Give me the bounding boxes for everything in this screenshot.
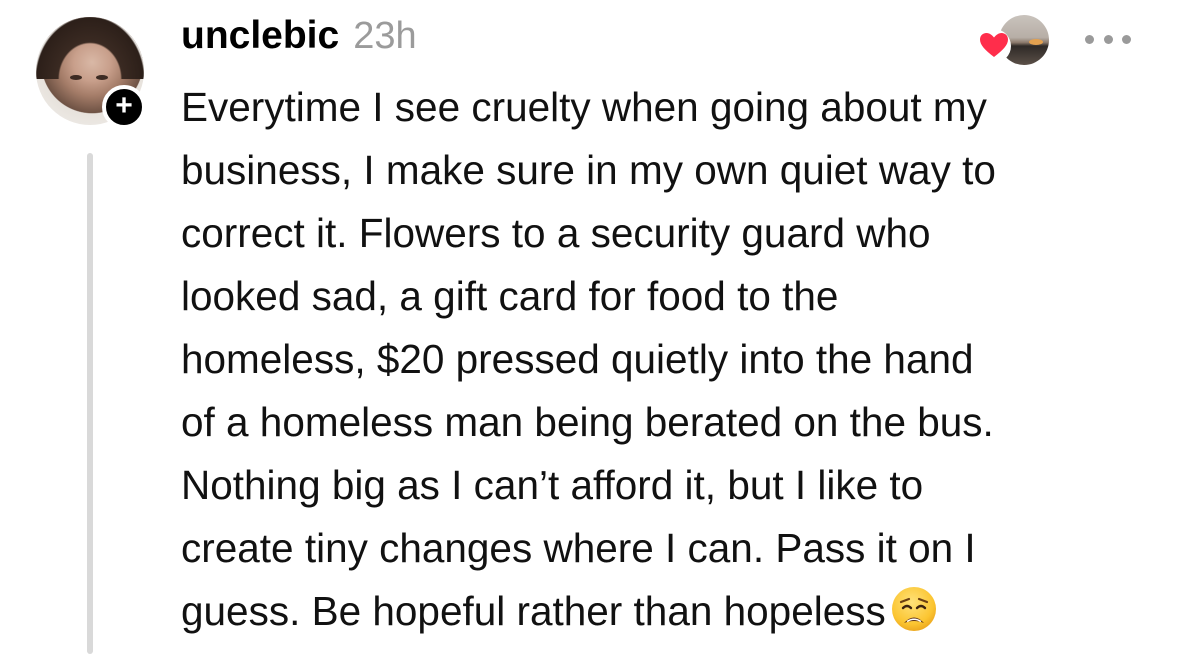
comment-line: Everytime I see cruelty when going about… bbox=[181, 84, 987, 130]
heart-icon[interactable] bbox=[976, 28, 1012, 64]
follow-plus-icon[interactable]: + bbox=[102, 85, 146, 129]
avatar-hair bbox=[36, 17, 144, 79]
comment-line: correct it. Flowers to a security guard … bbox=[181, 210, 931, 256]
comment-line: of a homeless man being berated on the b… bbox=[181, 399, 994, 445]
dot bbox=[1103, 34, 1113, 44]
username[interactable]: unclebic bbox=[181, 14, 339, 58]
comment-line: create tiny changes where I can. Pass it… bbox=[181, 525, 976, 571]
post-header: unclebic 23h bbox=[181, 14, 417, 66]
comment-line: looked sad, a gift card for food to the bbox=[181, 273, 839, 319]
more-dots-icon[interactable] bbox=[1085, 30, 1131, 48]
comment-line: homeless, $20 pressed quietly into the h… bbox=[181, 336, 974, 382]
comment-body: Everytime I see cruelty when going about… bbox=[181, 76, 1141, 643]
comment-line: business, I make sure in my own quiet wa… bbox=[181, 147, 996, 193]
comment-line-text: guess. Be hopeful rather than hopeless bbox=[181, 588, 886, 634]
post-time: 23h bbox=[353, 15, 417, 57]
sunset-sun bbox=[1029, 39, 1043, 45]
comment-last-line: guess. Be hopeful rather than hopeless bbox=[181, 580, 1141, 643]
avatar-eye-left bbox=[70, 75, 82, 80]
avatar-eye-right bbox=[96, 75, 108, 80]
dot bbox=[1122, 34, 1131, 44]
thread-line bbox=[87, 153, 93, 654]
dot bbox=[1085, 34, 1094, 44]
weary-face-emoji-icon bbox=[891, 587, 936, 631]
comment-post: + unclebic 23h Everytime I see cruelty w… bbox=[0, 0, 1179, 654]
comment-line: Nothing big as I can’t afford it, but I … bbox=[181, 462, 924, 508]
